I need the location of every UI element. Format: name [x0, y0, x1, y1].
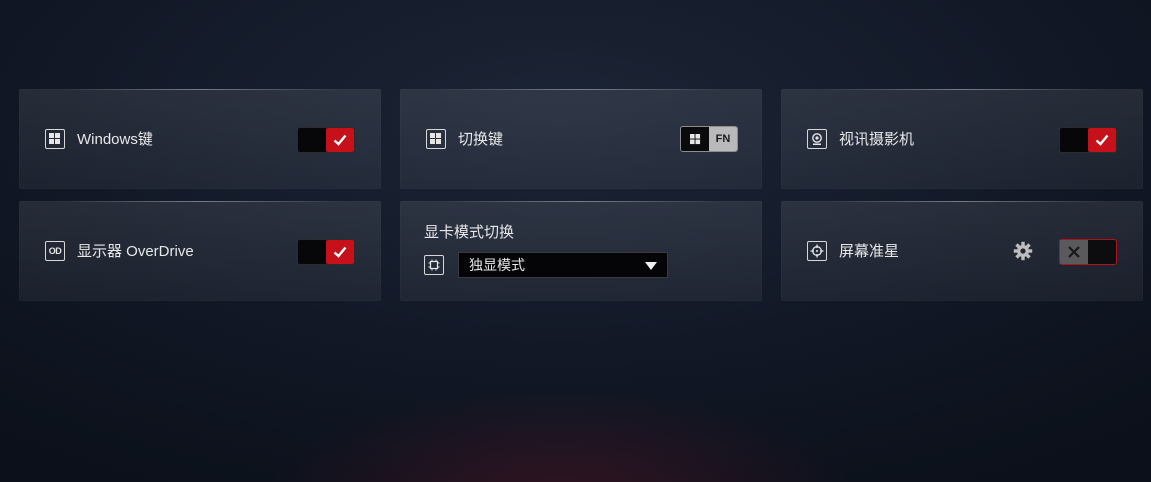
gpu-mode-row: 独显模式: [424, 252, 668, 278]
win-fn-toggle[interactable]: FN: [680, 126, 738, 152]
check-icon: [326, 128, 354, 152]
gpu-mode-title: 显卡模式切换: [424, 224, 515, 241]
card-switch-key: 切换键 FN: [400, 89, 762, 189]
webcam-toggle[interactable]: [1059, 127, 1117, 153]
webcam-label: 视讯摄影机: [839, 131, 915, 148]
dropdown-arrow-icon: [645, 257, 657, 273]
crosshair-toggle[interactable]: [1059, 239, 1117, 265]
card-overdrive: OD 显示器 OverDrive: [19, 201, 381, 301]
windows-icon: [426, 128, 446, 149]
overdrive-row: OD 显示器 OverDrive: [45, 240, 194, 261]
card-webcam: 视讯摄影机: [781, 89, 1143, 189]
toggle-off-side: [1088, 240, 1116, 264]
fn-option: FN: [709, 127, 737, 151]
check-icon: [1088, 128, 1116, 152]
gpu-mode-selected: 独显模式: [469, 257, 525, 273]
card-crosshair: 屏幕准星: [781, 201, 1143, 301]
gpu-mode-select[interactable]: 独显模式: [458, 252, 668, 278]
webcam-icon: [807, 128, 827, 149]
crosshair-icon: [807, 240, 827, 261]
windows-key-toggle[interactable]: [297, 127, 355, 153]
overdrive-label: 显示器 OverDrive: [77, 243, 194, 260]
card-windows-key: Windows键: [19, 89, 381, 189]
toggle-off-side: [1060, 128, 1088, 152]
crosshair-label: 屏幕准星: [839, 243, 900, 260]
windows-key-row: Windows键: [45, 128, 153, 149]
x-icon: [1060, 240, 1088, 264]
gear-icon[interactable]: [1013, 241, 1033, 266]
toggle-off-side: [298, 128, 326, 152]
switch-key-row: 切换键: [426, 128, 503, 149]
windows-icon: [45, 128, 65, 149]
windows-key-label: Windows键: [77, 131, 153, 148]
crosshair-row: 屏幕准星: [807, 240, 899, 261]
windows-icon: [681, 127, 709, 151]
switch-key-label: 切换键: [458, 131, 504, 148]
card-gpu-mode: 显卡模式切换 独显模式: [400, 201, 762, 301]
chip-icon: [424, 255, 444, 275]
check-icon: [326, 240, 354, 264]
overdrive-icon: OD: [45, 240, 65, 261]
overdrive-toggle[interactable]: [297, 239, 355, 265]
webcam-row: 视讯摄影机: [807, 128, 914, 149]
toggle-off-side: [298, 240, 326, 264]
